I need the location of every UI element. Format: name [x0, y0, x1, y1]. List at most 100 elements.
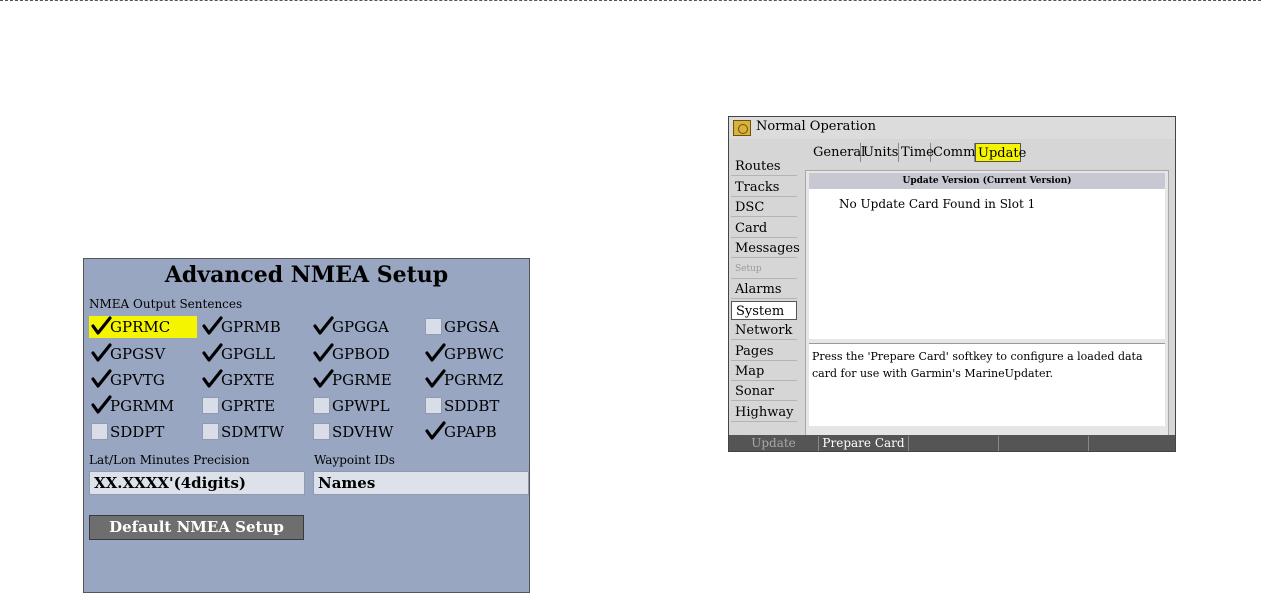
- checkmark-icon: [202, 316, 223, 335]
- advanced-nmea-setup-panel: Advanced NMEA Setup NMEA Output Sentence…: [83, 258, 530, 593]
- default-nmea-setup-button[interactable]: Default NMEA Setup: [89, 515, 304, 540]
- checkmark-icon: [313, 316, 334, 335]
- checkbox-label: GPRTE: [221, 397, 276, 415]
- update-version-area: No Update Card Found in Slot 1: [809, 189, 1165, 339]
- tab-time[interactable]: Time: [899, 143, 934, 162]
- softkey-empty-4[interactable]: [1089, 436, 1175, 451]
- softkey-empty-2[interactable]: [909, 436, 999, 451]
- checkmark-icon: [91, 395, 112, 414]
- checkmark-icon: [313, 343, 334, 362]
- checkbox-label: GPRMC: [110, 318, 171, 336]
- checkbox-label: PGRME: [332, 371, 392, 389]
- checkbox-gprte[interactable]: GPRTE: [200, 395, 308, 417]
- update-status-message: No Update Card Found in Slot 1: [839, 197, 1036, 211]
- checkbox-gprmc[interactable]: GPRMC: [89, 316, 197, 338]
- checkmark-icon: [425, 421, 446, 440]
- sidebar-item-sonar[interactable]: Sonar: [731, 382, 797, 401]
- empty-checkbox-icon: [313, 423, 330, 440]
- empty-checkbox-icon: [202, 397, 219, 414]
- checkbox-gpbwc[interactable]: GPBWC: [423, 343, 531, 365]
- checkbox-gpbod[interactable]: GPBOD: [311, 343, 419, 365]
- checkbox-label: PGRMM: [110, 397, 175, 415]
- checkbox-gpgsa[interactable]: GPGSA: [423, 316, 531, 338]
- empty-checkbox-icon: [91, 423, 108, 440]
- sidebar-item-network[interactable]: Network: [731, 321, 797, 340]
- checkbox-gpgsv[interactable]: GPGSV: [89, 343, 197, 365]
- nmea-section-label: NMEA Output Sentences: [89, 297, 243, 311]
- window-title: Normal Operation: [756, 119, 877, 134]
- checkbox-gpvtg[interactable]: GPVTG: [89, 369, 197, 391]
- precision-field[interactable]: XX.XXXX'(4digits): [89, 471, 305, 495]
- checkmark-icon: [202, 343, 223, 362]
- checkbox-label: GPVTG: [110, 371, 165, 389]
- checkbox-label: GPXTE: [221, 371, 275, 389]
- checkbox-sddpt[interactable]: SDDPT: [89, 421, 197, 443]
- checkbox-label: GPGSV: [110, 345, 166, 363]
- page-top-rule: [0, 0, 1261, 1]
- checkmark-icon: [202, 369, 223, 388]
- checkbox-gprmb[interactable]: GPRMB: [200, 316, 308, 338]
- nmea-title: Advanced NMEA Setup: [164, 262, 449, 288]
- checkbox-label: GPRMB: [221, 318, 281, 336]
- sidebar-item-card[interactable]: Card: [731, 219, 797, 238]
- empty-checkbox-icon: [202, 423, 219, 440]
- sidebar-item-dsc[interactable]: DSC: [731, 198, 797, 217]
- softkey-empty-3[interactable]: [999, 436, 1089, 451]
- checkmark-icon: [313, 369, 334, 388]
- waypoint-ids-field[interactable]: Names: [313, 471, 529, 495]
- update-version-header: Update Version (Current Version): [809, 173, 1165, 189]
- empty-checkbox-icon: [425, 318, 442, 335]
- checkbox-label: GPGSA: [444, 318, 500, 336]
- checkbox-label: GPWPL: [332, 397, 390, 415]
- update-content: Update Version (Current Version) No Upda…: [805, 170, 1169, 446]
- sidebar-item-highway[interactable]: Highway: [731, 403, 797, 422]
- sidebar-item-setup: Setup: [731, 260, 797, 279]
- sidebar-item-pages[interactable]: Pages: [731, 342, 797, 361]
- checkbox-gpwpl[interactable]: GPWPL: [311, 395, 419, 417]
- title-bar: Normal Operation: [729, 117, 1175, 140]
- checkbox-pgrmm[interactable]: PGRMM: [89, 395, 197, 417]
- checkbox-label: GPGGA: [332, 318, 389, 336]
- tab-general[interactable]: General: [811, 143, 865, 162]
- checkbox-sdmtw[interactable]: SDMTW: [200, 421, 308, 443]
- help-text-area: Press the 'Prepare Card' softkey to conf…: [809, 343, 1165, 426]
- precision-label: Lat/Lon Minutes Precision: [89, 453, 250, 467]
- help-text: Press the 'Prepare Card' softkey to conf…: [812, 350, 1143, 380]
- sidebar-item-routes[interactable]: Routes: [731, 157, 797, 176]
- sidebar-item-system[interactable]: System: [731, 301, 797, 320]
- softkey-bar: Update Prepare Card: [729, 435, 1175, 451]
- sidebar-item-alarms[interactable]: Alarms: [731, 280, 797, 299]
- window-body: Routes Tracks DSC Card Messages Setup Alarms Sy…: [729, 139, 1175, 446]
- sidebar-item-messages[interactable]: Messages: [731, 239, 800, 258]
- checkbox-pgrme[interactable]: PGRME: [311, 369, 419, 391]
- checkbox-label: SDVHW: [332, 423, 394, 441]
- checkbox-label: SDDBT: [444, 397, 500, 415]
- checkbox-sdvhw[interactable]: SDVHW: [311, 421, 419, 443]
- waypoint-ids-label: Waypoint IDs: [314, 453, 395, 467]
- checkbox-sddbt[interactable]: SDDBT: [423, 395, 531, 417]
- checkmark-icon: [91, 369, 112, 388]
- sidebar-item-map[interactable]: Map: [731, 362, 797, 381]
- checkmark-icon: [91, 343, 112, 362]
- softkey-update[interactable]: Update: [729, 436, 819, 451]
- checkbox-gpxte[interactable]: GPXTE: [200, 369, 308, 391]
- softkey-prepare-card[interactable]: Prepare Card: [819, 436, 909, 451]
- empty-checkbox-icon: [425, 397, 442, 414]
- garmin-app-icon: [733, 120, 751, 136]
- checkmark-icon: [425, 369, 446, 388]
- checkmark-icon: [425, 343, 446, 362]
- checkbox-label: GPBWC: [444, 345, 504, 363]
- checkbox-gpgga[interactable]: GPGGA: [311, 316, 419, 338]
- sidebar-item-tracks[interactable]: Tracks: [731, 178, 797, 197]
- checkbox-label: GPBOD: [332, 345, 390, 363]
- checkbox-gpgll[interactable]: GPGLL: [200, 343, 308, 365]
- checkbox-label: PGRMZ: [444, 371, 504, 389]
- tab-update[interactable]: Update: [975, 143, 1026, 162]
- tab-units[interactable]: Units: [861, 143, 899, 162]
- checkbox-pgrmz[interactable]: PGRMZ: [423, 369, 531, 391]
- checkbox-gpapb[interactable]: GPAPB: [423, 421, 531, 443]
- tab-comm[interactable]: Comm: [931, 143, 975, 162]
- garmin-normal-operation-window: Normal Operation Routes Tracks DSC Card Mess…: [728, 116, 1176, 452]
- checkbox-label: SDMTW: [221, 423, 285, 441]
- checkbox-label: GPGLL: [221, 345, 275, 363]
